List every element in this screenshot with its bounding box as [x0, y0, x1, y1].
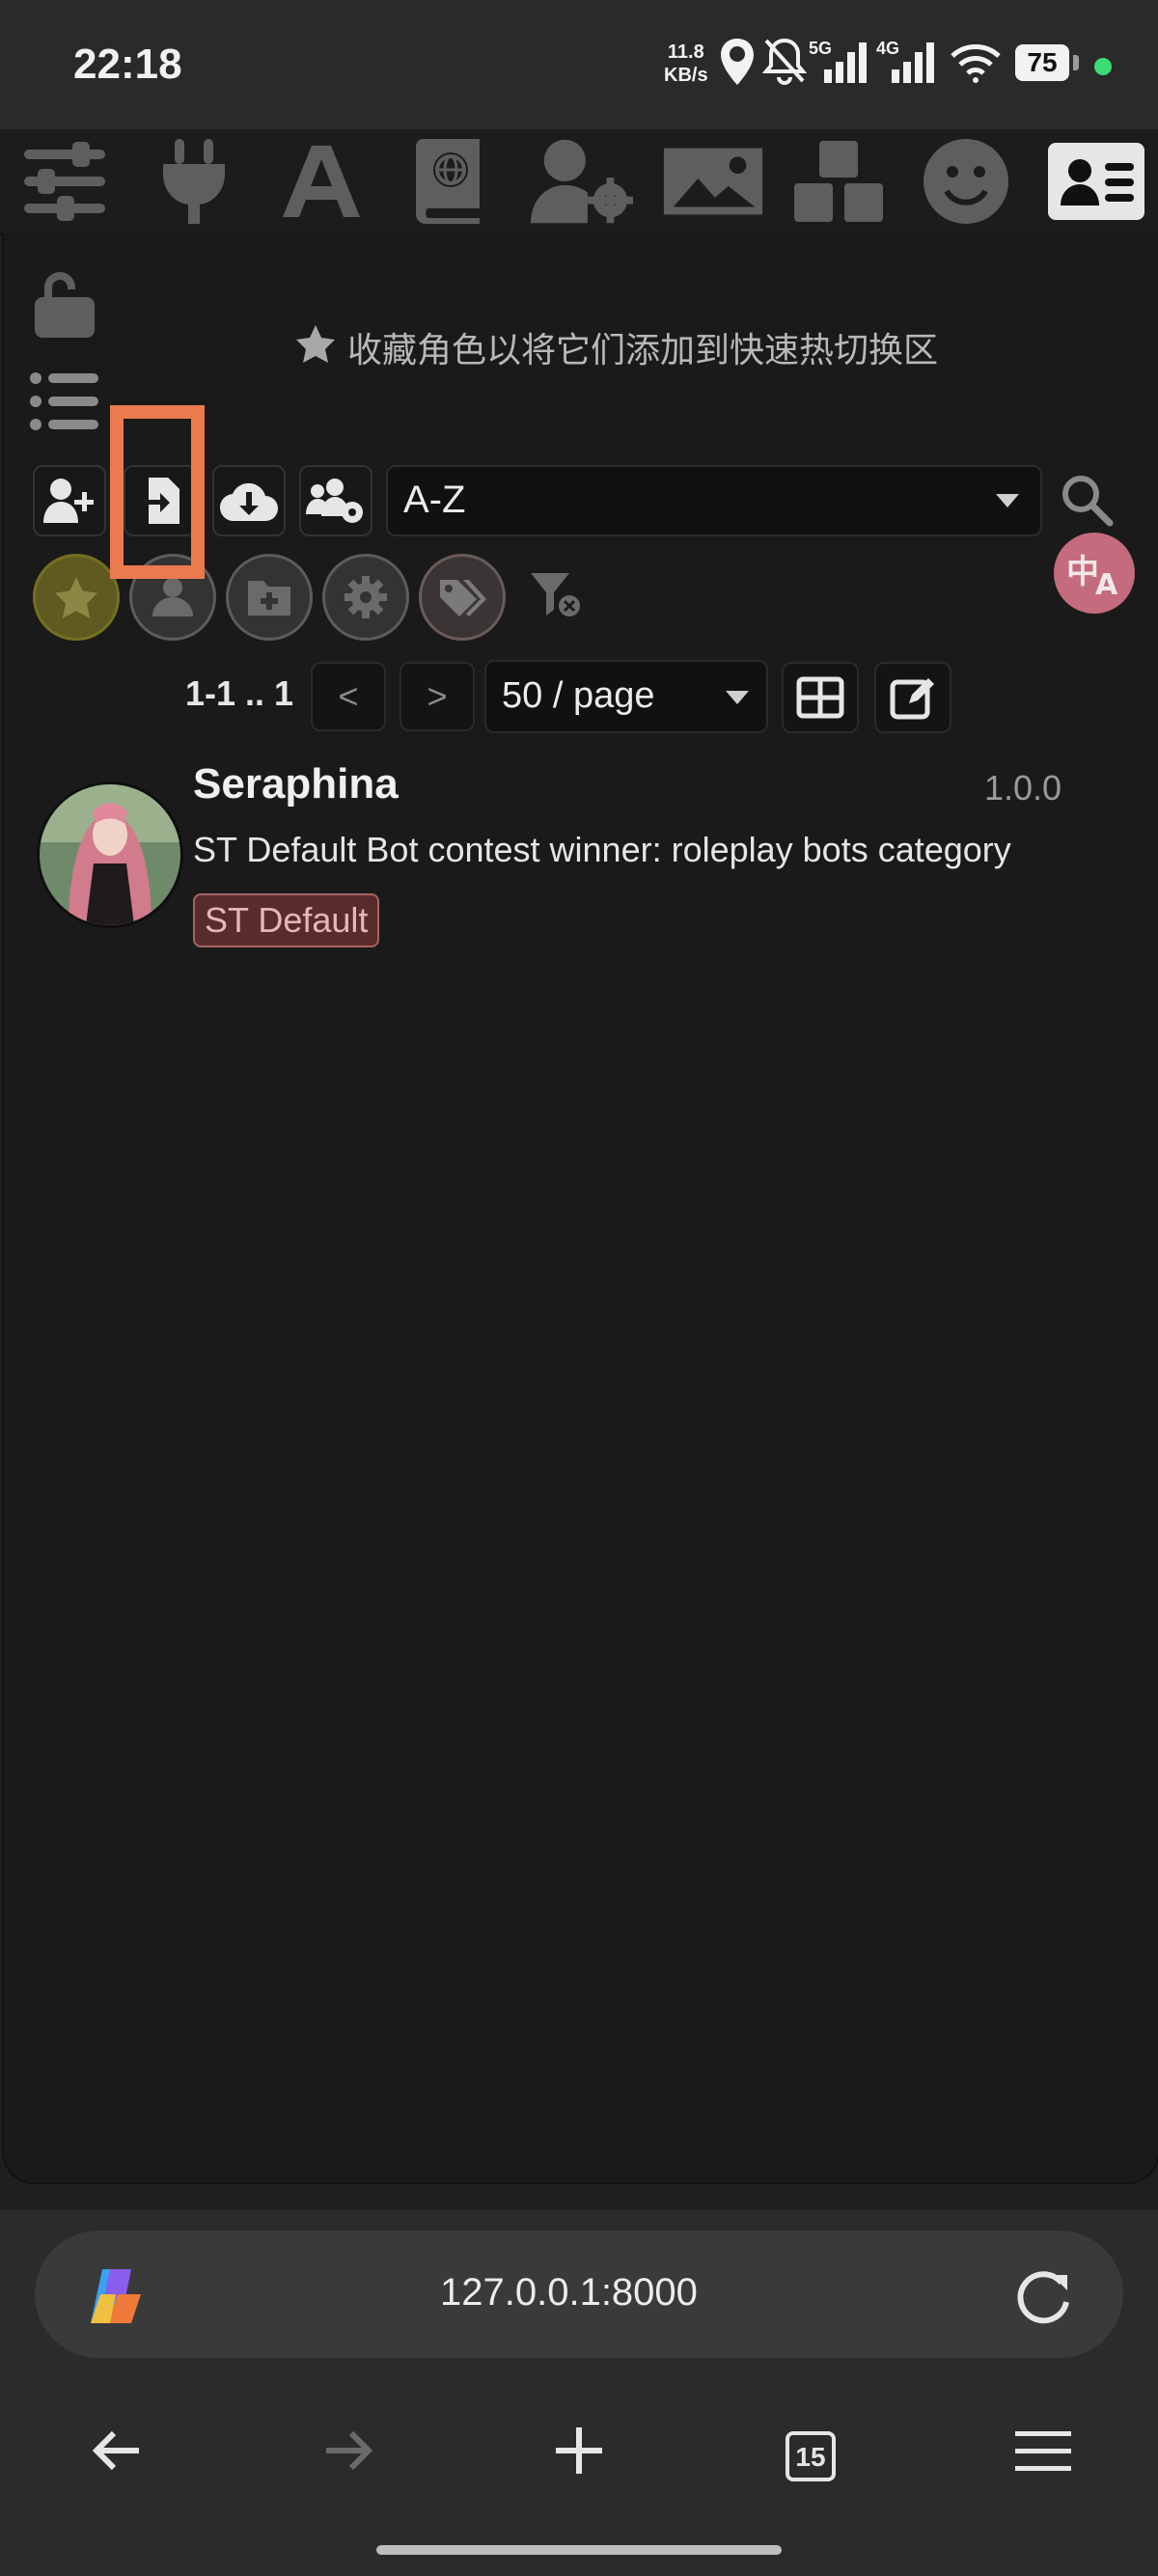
list-icon[interactable] [29, 370, 100, 437]
status-time: 22:18 [73, 41, 182, 88]
filter-settings-button[interactable] [322, 554, 409, 641]
character-tag[interactable]: ST Default [193, 893, 380, 947]
menu-icon[interactable] [1013, 2429, 1073, 2479]
font-icon[interactable] [268, 137, 374, 226]
search-icon[interactable] [1060, 473, 1114, 532]
svg-text:中: 中 [1066, 553, 1099, 591]
unlock-icon[interactable] [31, 268, 98, 346]
grid-view-button[interactable] [782, 662, 859, 733]
privacy-dot [1094, 58, 1112, 75]
url-text: 127.0.0.1:8000 [440, 2271, 698, 2314]
new-tab-icon[interactable] [552, 2424, 606, 2482]
net-speed-value: 11.8 [667, 41, 704, 63]
character-version: 1.0.0 [984, 768, 1062, 808]
net-speed-unit: KB/s [664, 65, 708, 86]
character-avatar[interactable] [37, 781, 183, 928]
character-list-item[interactable]: Seraphina 1.0.0 ST Default Bot contest w… [19, 760, 1139, 965]
forward-arrow-icon[interactable] [320, 2424, 374, 2482]
mute-bell-icon [761, 37, 808, 90]
filter-folders-button[interactable] [226, 554, 313, 641]
next-page-button[interactable]: > [400, 662, 475, 731]
net-speed: 11.8 KB/s [664, 41, 708, 87]
book-globe-icon[interactable] [396, 137, 502, 226]
user-gear-icon[interactable] [529, 137, 635, 226]
reload-icon[interactable] [1013, 2267, 1073, 2332]
home-indicator[interactable] [376, 2545, 782, 2555]
per-page-value: 50 / page [502, 675, 655, 716]
sort-select-value: A-Z [403, 479, 466, 521]
character-card-icon[interactable] [1048, 143, 1144, 220]
character-name: Seraphina [193, 760, 399, 808]
bulk-edit-button[interactable] [874, 662, 951, 733]
image-icon[interactable] [660, 137, 766, 226]
highlight-box [110, 405, 205, 579]
prev-page-button[interactable]: < [311, 662, 386, 731]
pagination-info: 1-1 .. 1 [185, 673, 294, 713]
chevron-down-icon [996, 494, 1019, 507]
translate-icon[interactable]: 中A [1054, 533, 1135, 614]
svg-text:A: A [1095, 568, 1118, 598]
wifi-icon [950, 44, 1002, 88]
plug-icon[interactable] [141, 137, 247, 226]
create-character-button[interactable] [33, 465, 106, 536]
smile-icon[interactable] [913, 137, 1019, 226]
signal-icon [890, 42, 938, 88]
favorites-hint-text: 收藏角色以将它们添加到快速热切换区 [347, 330, 939, 370]
filter-tags-button[interactable] [419, 554, 506, 641]
tabs-count-button[interactable]: 15 [786, 2431, 836, 2481]
filter-favorites-button[interactable] [33, 554, 120, 641]
per-page-select[interactable]: 50 / page [484, 660, 768, 733]
location-icon [718, 37, 757, 92]
favorites-hint: 收藏角色以将它们添加到快速热切换区 [295, 322, 938, 372]
back-arrow-icon[interactable] [91, 2424, 145, 2482]
sort-select[interactable]: A-Z [386, 465, 1042, 536]
copilot-icon[interactable] [81, 2265, 151, 2332]
character-description: ST Default Bot contest winner: roleplay … [193, 830, 1011, 869]
group-settings-button[interactable] [299, 465, 372, 536]
chevron-down-icon [726, 691, 749, 704]
cubes-icon[interactable] [786, 137, 892, 226]
star-icon [295, 324, 336, 371]
battery-indicator: 75 [1015, 44, 1079, 81]
sliders-icon[interactable] [12, 137, 118, 226]
signal-icon [822, 42, 870, 88]
cloud-download-button[interactable] [212, 465, 286, 536]
clear-filter-icon[interactable] [529, 569, 583, 624]
